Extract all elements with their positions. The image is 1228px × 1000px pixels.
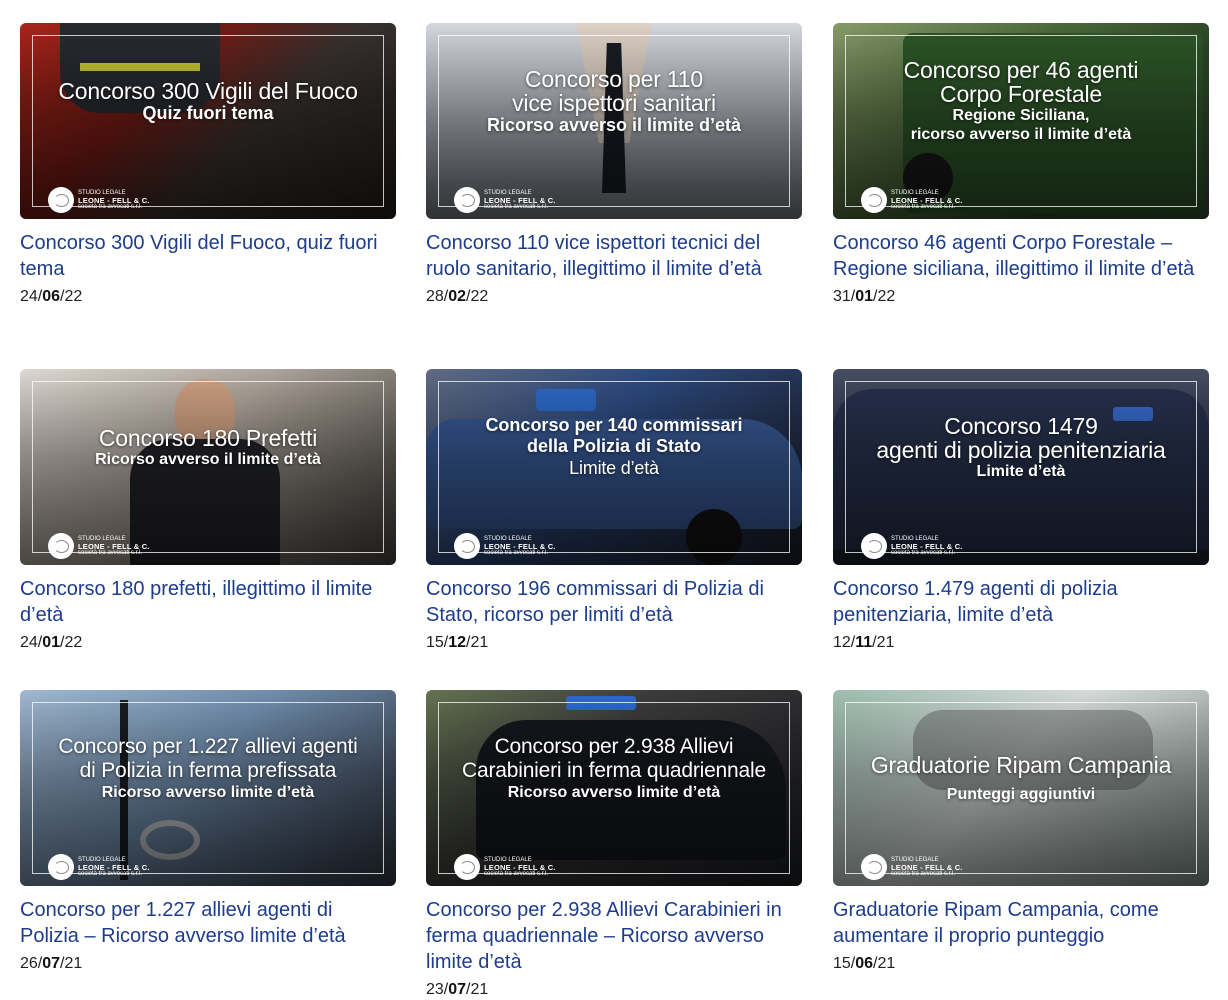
thumbnail-headline: Concorso per 46 agenti Corpo Forestale (903, 57, 1139, 107)
article-thumbnail[interactable]: Concorso per 140 commissari della Polizi… (426, 369, 802, 565)
article-card: Concorso per 1.227 allievi agenti di Pol… (20, 690, 396, 973)
thumbnail-headline: Concorso per 140 commissari della Polizi… (485, 415, 743, 456)
thumbnail-subheadline: Quiz fuori tema (142, 102, 274, 123)
article-thumbnail[interactable]: Concorso per 1.227 allievi agenti di Pol… (20, 690, 396, 886)
studio-logo: STUDIO LEGALE LEONE - FELL & C. società … (454, 187, 556, 213)
article-card: Concorso per 140 commissari della Polizi… (426, 369, 802, 652)
article-date: 31/01/22 (833, 288, 896, 305)
article-title-link[interactable]: Concorso 110 vice ispettori tecnici del … (426, 230, 802, 282)
thumbnail-headline: Concorso per 110 vice ispettori sanitari (512, 65, 716, 116)
logo-mark-icon (861, 854, 887, 880)
thumbnail-subheadline: Regione Siciliana, ricorso avverso il li… (910, 107, 1132, 143)
article-thumbnail[interactable]: Concorso 1479 agenti di polizia penitenz… (833, 369, 1209, 565)
thumbnail-subheadline: Ricorso avverso limite d’età (507, 783, 721, 801)
article-date: 15/06/21 (833, 955, 896, 972)
article-date: 24/06/22 (20, 288, 83, 305)
article-card: Graduatorie Ripam Campania Punteggi aggi… (833, 690, 1209, 973)
logo-mark-icon (48, 187, 74, 213)
studio-logo: STUDIO LEGALE LEONE - FELL & C. società … (454, 533, 556, 559)
article-title-link[interactable]: Concorso per 2.938 Allievi Carabinieri i… (426, 897, 802, 975)
article-thumbnail[interactable]: Concorso 300 Vigili del Fuoco Quiz fuori… (20, 23, 396, 219)
studio-logo: STUDIO LEGALE LEONE - FELL & C. società … (454, 854, 556, 880)
logo-mark-icon (48, 854, 74, 880)
studio-logo: STUDIO LEGALE LEONE - FELL & C. società … (861, 187, 963, 213)
article-title-link[interactable]: Graduatorie Ripam Campania, come aumenta… (833, 897, 1209, 949)
thumbnail-headline: Concorso 180 Prefetti (98, 424, 318, 451)
article-thumbnail[interactable]: Concorso per 46 agenti Corpo Forestale R… (833, 23, 1209, 219)
article-card: Concorso per 46 agenti Corpo Forestale R… (833, 23, 1209, 306)
article-thumbnail[interactable]: Graduatorie Ripam Campania Punteggi aggi… (833, 690, 1209, 886)
logo-mark-icon (861, 187, 887, 213)
articles-grid: Concorso 300 Vigili del Fuoco Quiz fuori… (0, 0, 1228, 1000)
article-date: 26/07/21 (20, 955, 83, 972)
article-card: Concorso per 110 vice ispettori sanitari… (426, 23, 802, 306)
logo-mark-icon (454, 533, 480, 559)
thumbnail-subheadline: Ricorso avverso il limite d’età (486, 114, 742, 135)
article-card: Concorso per 2.938 Allievi Carabinieri i… (426, 690, 802, 999)
thumbnail-subheadline: Ricorso avverso limite d’età (101, 783, 315, 801)
studio-logo: STUDIO LEGALE LEONE - FELL & C. società … (861, 854, 963, 880)
article-date: 15/12/21 (426, 634, 489, 651)
article-title-link[interactable]: Concorso 196 commissari di Polizia di St… (426, 576, 802, 628)
thumbnail-headline: Concorso 300 Vigili del Fuoco (58, 77, 358, 104)
article-card: Concorso 180 Prefetti Ricorso avverso il… (20, 369, 396, 652)
article-card: Concorso 1479 agenti di polizia penitenz… (833, 369, 1209, 652)
article-date: 28/02/22 (426, 288, 489, 305)
thumbnail-headline: Graduatorie Ripam Campania (870, 751, 1172, 778)
article-title-link[interactable]: Concorso 180 prefetti, illegittimo il li… (20, 576, 396, 628)
article-card: Concorso 300 Vigili del Fuoco Quiz fuori… (20, 23, 396, 306)
thumbnail-headline: Concorso 1479 agenti di polizia penitenz… (876, 412, 1166, 463)
thumbnail-subheadline: Limite d’età (569, 458, 659, 478)
thumbnail-subheadline: Limite d’età (976, 462, 1066, 480)
article-thumbnail[interactable]: Concorso 180 Prefetti Ricorso avverso il… (20, 369, 396, 565)
logo-mark-icon (454, 187, 480, 213)
studio-logo: STUDIO LEGALE LEONE - FELL & C. società … (861, 533, 963, 559)
thumbnail-headline: Concorso per 1.227 allievi agenti di Pol… (58, 734, 358, 782)
article-date: 23/07/21 (426, 981, 489, 998)
article-thumbnail[interactable]: Concorso per 2.938 Allievi Carabinieri i… (426, 690, 802, 886)
article-title-link[interactable]: Concorso per 1.227 allievi agenti di Pol… (20, 897, 396, 949)
article-date: 12/11/21 (833, 634, 895, 651)
thumbnail-headline: Concorso per 2.938 Allievi Carabinieri i… (462, 734, 766, 782)
article-thumbnail[interactable]: Concorso per 110 vice ispettori sanitari… (426, 23, 802, 219)
studio-logo: STUDIO LEGALE LEONE - FELL & C. società … (48, 533, 150, 559)
thumbnail-subheadline: Ricorso avverso il limite d’età (95, 450, 321, 468)
thumbnail-subheadline: Punteggi aggiuntivi (946, 785, 1096, 803)
article-title-link[interactable]: Concorso 300 Vigili del Fuoco, quiz fuor… (20, 230, 396, 282)
article-title-link[interactable]: Concorso 46 agenti Corpo Forestale – Reg… (833, 230, 1209, 282)
logo-mark-icon (454, 854, 480, 880)
article-date: 24/01/22 (20, 634, 83, 651)
studio-logo: STUDIO LEGALE LEONE - FELL & C. società … (48, 854, 150, 880)
logo-mark-icon (861, 533, 887, 559)
logo-mark-icon (48, 533, 74, 559)
article-title-link[interactable]: Concorso 1.479 agenti di polizia peniten… (833, 576, 1209, 628)
studio-logo: STUDIO LEGALE LEONE - FELL & C. società … (48, 187, 150, 213)
